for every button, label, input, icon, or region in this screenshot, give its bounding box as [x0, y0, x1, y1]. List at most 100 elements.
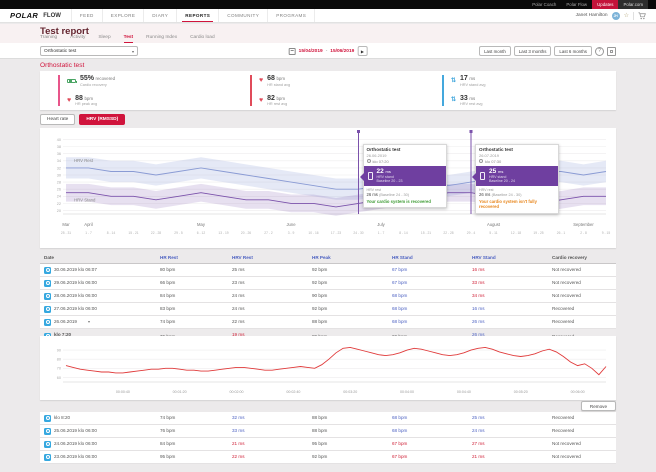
- cart-icon[interactable]: [638, 12, 646, 20]
- test-type-select[interactable]: Orthostatic test ▾: [40, 46, 138, 56]
- nav-item-feed[interactable]: FEED: [71, 9, 102, 22]
- star-icon[interactable]: ☆: [624, 13, 629, 19]
- table-row[interactable]: 29.06.2019 klo 06:0066 bpm23 ms92 bpm67 …: [40, 277, 616, 290]
- recovery-status: Not recovered: [550, 264, 616, 277]
- tests-tbody-bottom: klo 8:2074 bpm32 ms88 bpm68 bpm25 msReco…: [40, 412, 616, 464]
- date-to[interactable]: 15/06/2019: [330, 49, 354, 54]
- toggle-heart-rate[interactable]: Heart rate: [40, 114, 75, 125]
- date-cell: 27.06.2019 klo 06:00: [40, 303, 158, 316]
- topbar-link[interactable]: Polar Flow: [561, 0, 592, 9]
- svg-text:00:03:20: 00:03:20: [343, 390, 357, 394]
- tab-cardio-load[interactable]: Cardio load: [190, 35, 215, 43]
- svg-text:40: 40: [57, 138, 61, 142]
- fullscreen-icon[interactable]: [607, 47, 616, 56]
- chevron-down-icon: ▾: [132, 49, 134, 54]
- range-button-last-3-months[interactable]: Last 3 months: [514, 46, 552, 56]
- table-cell: 92 bpm: [310, 451, 390, 464]
- table-cell: 33 ms: [470, 277, 550, 290]
- tab-test[interactable]: Test: [124, 35, 134, 43]
- stat-label: Cardio recovery: [80, 83, 115, 87]
- hr-test-chart[interactable]: 6070809000:00:4000:01:2000:02:0000:02:40…: [40, 336, 616, 400]
- svg-text:July: July: [377, 222, 385, 227]
- summary-stat: ⇅33msHRV rest avg: [451, 95, 616, 107]
- chart-tooltip-1: Orthostatic test 26.06.2019 klo 07:20 22…: [363, 144, 447, 208]
- date-cell: 30.06.2019 klo 06:07: [40, 264, 158, 277]
- table-row[interactable]: 30.06.2019 klo 06:0780 bpm25 ms92 bpm67 …: [40, 264, 616, 277]
- svg-text:September: September: [573, 222, 594, 227]
- nav-item-diary[interactable]: DIARY: [143, 9, 176, 22]
- calendar-icon[interactable]: [289, 48, 296, 55]
- table-cell: 67 bpm: [390, 438, 470, 451]
- table-cell: 67 bpm: [390, 277, 470, 290]
- table-row[interactable]: 26.06.2019▾74 bpm22 ms88 bpm68 bpm26 msR…: [40, 316, 616, 329]
- nav-item-community[interactable]: COMMUNITY: [218, 9, 267, 22]
- tooltip-rest-label: HRV rest: [479, 188, 555, 192]
- table-cell: 66 bpm: [158, 277, 230, 290]
- date-cell: 25.06.2019 klo 06:00: [40, 425, 158, 438]
- cell-value: 67 bpm: [392, 441, 407, 446]
- stat-value: 17: [460, 75, 468, 82]
- table-cell: 92 bpm: [310, 264, 390, 277]
- cell-value: 27 ms: [472, 441, 485, 446]
- cell-value: 25 ms: [472, 415, 485, 420]
- table-row[interactable]: 28.06.2019 klo 06:0084 bpm24 ms90 bpm68 …: [40, 290, 616, 303]
- polar-logo[interactable]: POLAR: [10, 11, 38, 20]
- device-icon: [368, 172, 373, 180]
- svg-text:34: 34: [57, 159, 61, 163]
- device-icon: [44, 428, 51, 435]
- main-nav: POLAR FLOW FEEDEXPLOREDIARYREPORTSCOMMUN…: [0, 9, 656, 23]
- nav-item-programs[interactable]: PROGRAMS: [267, 9, 315, 22]
- nav-item-explore[interactable]: EXPLORE: [102, 9, 144, 22]
- range-button-last-6-months[interactable]: Last 6 months: [554, 46, 592, 56]
- svg-text:15 - 21: 15 - 21: [421, 231, 431, 235]
- stat-unit: recovered: [96, 76, 116, 81]
- report-tabs: Training Activity Sleep Test Running Index Ca…: [40, 35, 215, 43]
- table-row[interactable]: 24.06.2019 klo 06:0084 bpm21 ms95 bpm67 …: [40, 438, 616, 451]
- user-name[interactable]: Janet Hamilton: [576, 13, 608, 18]
- table-cell: 24 ms: [230, 303, 310, 316]
- svg-text:17 - 23: 17 - 23: [331, 231, 341, 235]
- svg-text:22 - 28: 22 - 28: [151, 231, 161, 235]
- svg-text:Mar: Mar: [62, 222, 70, 227]
- stat-unit: ms: [469, 96, 475, 101]
- date-from[interactable]: 15/04/2019: [299, 49, 323, 54]
- topbar-link[interactable]: Polar.com: [618, 0, 648, 9]
- avatar[interactable]: JH: [612, 12, 620, 20]
- cell-value: 92 bpm: [312, 280, 327, 285]
- table-row[interactable]: klo 8:2074 bpm32 ms88 bpm68 bpm25 msReco…: [40, 412, 616, 425]
- stat-label: HR peak avg: [75, 102, 97, 106]
- tab-activity[interactable]: Activity: [70, 35, 85, 43]
- tab-training[interactable]: Training: [40, 35, 57, 43]
- hrv-stand-value: 25: [489, 168, 496, 175]
- topbar-link[interactable]: Updates: [592, 0, 618, 9]
- flow-brand[interactable]: FLOW: [43, 13, 61, 19]
- remove-button[interactable]: Remove: [581, 401, 616, 411]
- range-button-last-month[interactable]: Last month: [479, 46, 511, 56]
- tooltip-status: Your cardio system isn't fully recovered: [479, 199, 555, 210]
- table-row[interactable]: 23.06.2019 klo 06:0095 bpm22 ms92 bpm67 …: [40, 451, 616, 464]
- nav-item-reports[interactable]: REPORTS: [176, 9, 218, 22]
- tab-sleep[interactable]: Sleep: [98, 35, 110, 43]
- svg-text:27 - 2: 27 - 2: [264, 231, 273, 235]
- svg-text:00:05:20: 00:05:20: [514, 390, 528, 394]
- device-icon: [44, 415, 51, 422]
- tab-running-index[interactable]: Running Index: [146, 35, 177, 43]
- date-cell: 29.06.2019 klo 06:00: [40, 277, 158, 290]
- hrv-stand-value: 22: [377, 168, 384, 175]
- topbar-link[interactable]: Polar Coach: [527, 0, 561, 9]
- row-date: 25.06.2019 klo 06:00: [54, 428, 97, 433]
- next-period-button[interactable]: ▶: [357, 46, 367, 56]
- toggle-hrv-rmssd[interactable]: HRV (RMSSD): [79, 114, 125, 125]
- stat-value: 33: [460, 95, 468, 102]
- table-row[interactable]: 27.06.2019 klo 06:0083 bpm24 ms92 bpm68 …: [40, 303, 616, 316]
- svg-text:00:02:40: 00:02:40: [286, 390, 300, 394]
- cell-value: 68 bpm: [392, 415, 407, 420]
- topbar: Polar CoachPolar FlowUpdatesPolar.com: [0, 0, 656, 9]
- chevron-down-icon[interactable]: ▾: [88, 320, 90, 325]
- table-row[interactable]: 25.06.2019 klo 06:0076 bpm33 ms88 bpm68 …: [40, 425, 616, 438]
- help-icon[interactable]: ?: [595, 47, 604, 56]
- svg-text:3 - 9: 3 - 9: [288, 231, 295, 235]
- svg-text:24: 24: [57, 195, 61, 199]
- summary-stat: ♥82bpmHR rest avg: [259, 95, 424, 107]
- svg-text:HRV Rest: HRV Rest: [74, 158, 94, 163]
